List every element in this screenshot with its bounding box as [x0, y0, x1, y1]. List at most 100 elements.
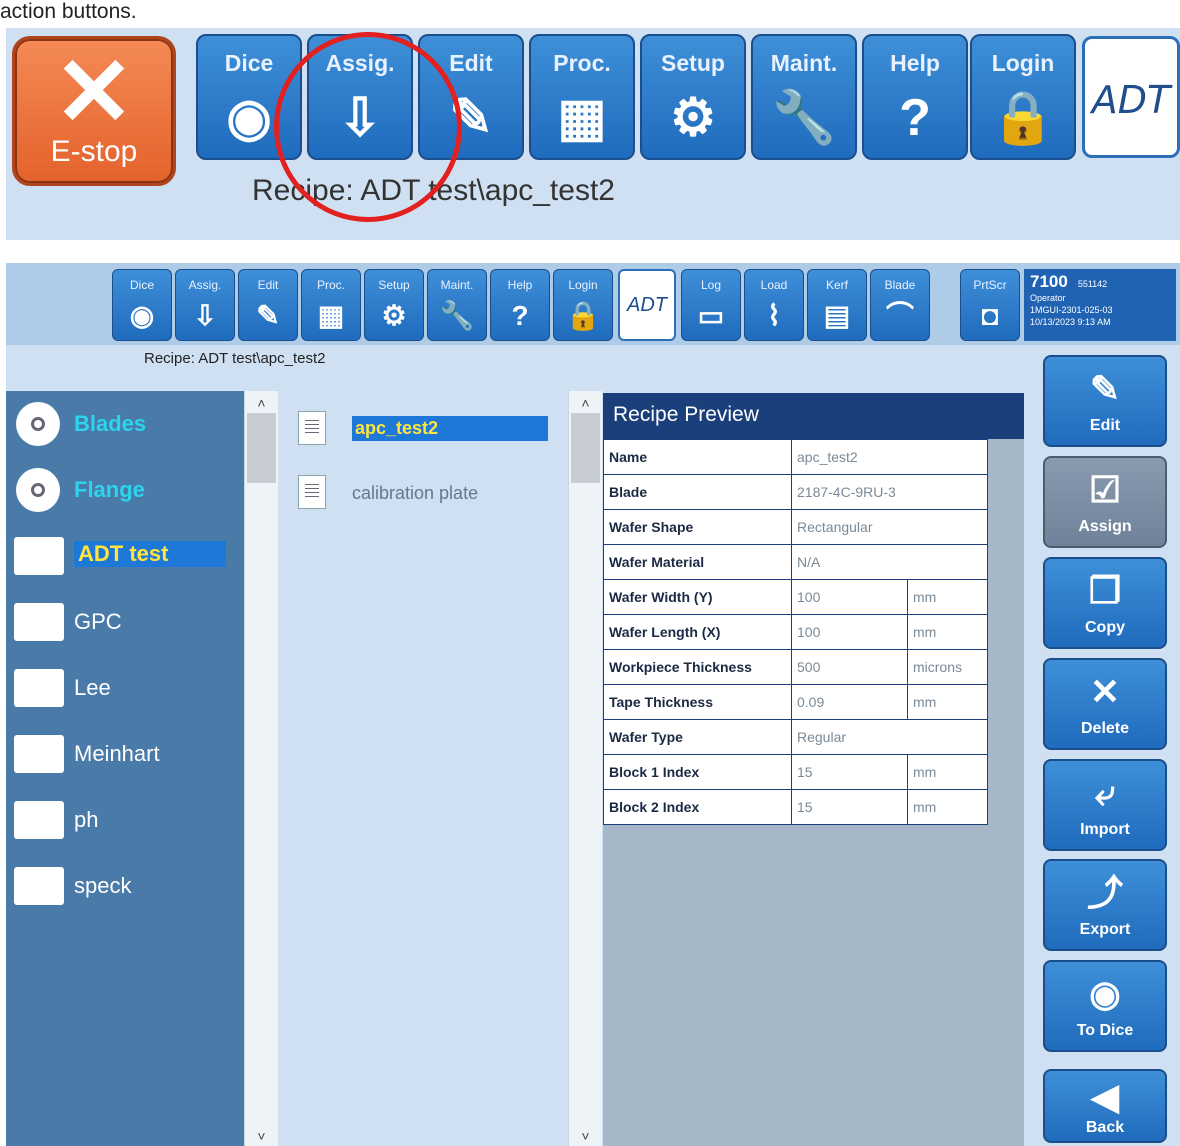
folder-item-flange[interactable]: Flange — [6, 465, 244, 515]
assign-button[interactable]: ☑ Assign — [1043, 456, 1167, 548]
zoom-login-button[interactable]: Login 🔒 — [970, 34, 1076, 160]
table-row: Block 2 Index 15 mm — [603, 789, 988, 825]
toolbar-assign-button[interactable]: Assig. ⇩ — [175, 269, 235, 341]
folder-icon — [14, 537, 64, 575]
folder-label: Flange — [74, 477, 145, 502]
adt-logo[interactable]: ADT — [1082, 36, 1180, 158]
chevron-up-icon[interactable]: ˄ — [245, 395, 278, 411]
row-unit: mm — [907, 614, 988, 650]
delete-label: Delete — [1080, 720, 1130, 737]
checkbox-icon: ☑ — [1088, 469, 1122, 510]
zoomed-toolbar: ✕ E-stop Dice ◉ Assig. ⇩ Edit ✎ Proc. ▦ … — [6, 28, 1180, 240]
toolbar-prtscr-button[interactable]: PrtScr ◘ — [960, 269, 1020, 341]
software-version: 1MGUI-2301-025-03 — [1030, 305, 1113, 315]
top-toolbar: Dice ◉ Assig. ⇩ Edit ✎ Proc. ▦ Setup ⚙ Maint.… — [6, 263, 1180, 345]
table-row: Wafer Material N/A — [603, 544, 988, 580]
blade-disc-icon — [16, 402, 60, 446]
zoom-help-button[interactable]: Help ? — [862, 34, 968, 160]
scroll-thumb[interactable] — [571, 413, 600, 483]
toolbar-setup-button[interactable]: Setup ⚙ — [364, 269, 424, 341]
zoom-setup-label: Setup — [661, 50, 725, 76]
import-button[interactable]: ⤶ Import — [1043, 759, 1167, 851]
highlight-circle — [274, 32, 462, 222]
export-button[interactable]: ⤴ Export — [1043, 859, 1167, 951]
toolbar-login-label: Login — [568, 278, 598, 292]
row-key: Wafer Shape — [603, 509, 792, 545]
estop-x-icon: ✕ — [53, 39, 135, 146]
zoom-maint-label: Maint. — [770, 50, 838, 76]
recipe-label: calibration plate — [352, 483, 479, 503]
model-number: 7100 — [1030, 272, 1068, 291]
toolbar-dice-button[interactable]: Dice ◉ — [112, 269, 172, 341]
wrench-icon: 🔧 — [439, 300, 475, 331]
document-icon — [298, 475, 326, 509]
zoom-setup-button[interactable]: Setup ⚙ — [640, 34, 746, 160]
folder-item-blades[interactable]: Blades — [6, 399, 244, 449]
row-unit: mm — [907, 684, 988, 720]
folder-item-gpc[interactable]: GPC — [6, 597, 244, 647]
chevron-up-icon[interactable]: ˄ — [569, 395, 602, 411]
row-value: 100 — [791, 579, 908, 615]
date-time: 10/13/2023 9:13 AM — [1030, 317, 1111, 327]
estop-button[interactable]: ✕ E-stop — [12, 36, 176, 186]
zoom-proc-label: Proc. — [553, 50, 611, 76]
toolbar-blade-button[interactable]: Blade ⌒ — [870, 269, 930, 341]
scroll-thumb[interactable] — [247, 413, 276, 483]
toolbar-kerf-button[interactable]: Kerf ▤ — [807, 269, 867, 341]
row-key: Wafer Width (Y) — [603, 579, 792, 615]
row-value: Rectangular — [791, 509, 988, 545]
camera-icon: ◘ — [981, 300, 999, 331]
recipe-label: apc_test2 — [352, 416, 549, 441]
back-button[interactable]: ◀ Back — [1043, 1069, 1167, 1143]
folder-item-lee[interactable]: Lee — [6, 663, 244, 713]
copy-button[interactable]: ❐ Copy — [1043, 557, 1167, 649]
toolbar-maint-label: Maint. — [440, 278, 474, 292]
back-label: Back — [1085, 1119, 1125, 1136]
delete-button[interactable]: ✕ Delete — [1043, 658, 1167, 750]
to-dice-button[interactable]: ◉ To Dice — [1043, 960, 1167, 1052]
toolbar-log-button[interactable]: Log ▭ — [681, 269, 741, 341]
toolbar-adt-logo[interactable]: ADT — [618, 269, 676, 341]
toolbar-proc-label: Proc. — [316, 278, 345, 292]
toolbar-edit-button[interactable]: Edit ✎ — [238, 269, 298, 341]
recipe-scrollbar[interactable]: ˄ ˅ — [568, 391, 602, 1146]
table-row: Wafer Type Regular — [603, 719, 988, 755]
current-recipe-label: Recipe: ADT test\apc_test2 — [144, 350, 326, 367]
table-row: Wafer Shape Rectangular — [603, 509, 988, 545]
toolbar-blade-label: Blade — [884, 278, 916, 292]
copy-label: Copy — [1085, 619, 1125, 636]
recipe-item-apc-test2[interactable]: apc_test2 — [298, 411, 563, 447]
chevron-down-icon[interactable]: ˅ — [569, 1128, 602, 1144]
folder-item-speck[interactable]: speck — [6, 861, 244, 911]
toolbar-help-button[interactable]: Help? — [490, 269, 550, 341]
copy-icon: ❐ — [1088, 570, 1122, 611]
toolbar-proc-button[interactable]: Proc. ▦ — [301, 269, 361, 341]
toolbar-maint-button[interactable]: Maint. 🔧 — [427, 269, 487, 341]
folder-item-meinhart[interactable]: Meinhart — [6, 729, 244, 779]
folder-icon — [14, 669, 64, 707]
edit-icon: ✎ — [256, 300, 280, 331]
toolbar-load-button[interactable]: Load ⌇ — [744, 269, 804, 341]
folder-icon — [14, 801, 64, 839]
row-value: 15 — [791, 789, 908, 825]
folder-item-ph[interactable]: ph — [6, 795, 244, 845]
log-icon: ▭ — [697, 300, 725, 331]
row-unit: mm — [907, 579, 988, 615]
row-key: Wafer Material — [603, 544, 792, 580]
assign-icon: ⇩ — [193, 300, 217, 331]
folder-scrollbar[interactable]: ˄ ˅ — [244, 391, 278, 1146]
user-role: Operator — [1030, 293, 1066, 303]
zoom-proc-button[interactable]: Proc. ▦ — [529, 34, 635, 160]
edit-button[interactable]: ✎ Edit — [1043, 355, 1167, 447]
pencil-icon: ✎ — [1089, 368, 1121, 409]
row-value: N/A — [791, 544, 988, 580]
row-key: Tape Thickness — [603, 684, 792, 720]
toolbar-login-button[interactable]: Login 🔒 — [553, 269, 613, 341]
chevron-down-icon[interactable]: ˅ — [245, 1128, 278, 1144]
recipe-list: apc_test2 calibration plate — [278, 391, 568, 1146]
folder-icon — [14, 735, 64, 773]
gear-icon: ⚙ — [669, 89, 717, 147]
recipe-item-calibration-plate[interactable]: calibration plate — [298, 475, 563, 511]
folder-item-adt-test[interactable]: ADT test — [6, 531, 244, 581]
zoom-maint-button[interactable]: Maint. 🔧 — [751, 34, 857, 160]
